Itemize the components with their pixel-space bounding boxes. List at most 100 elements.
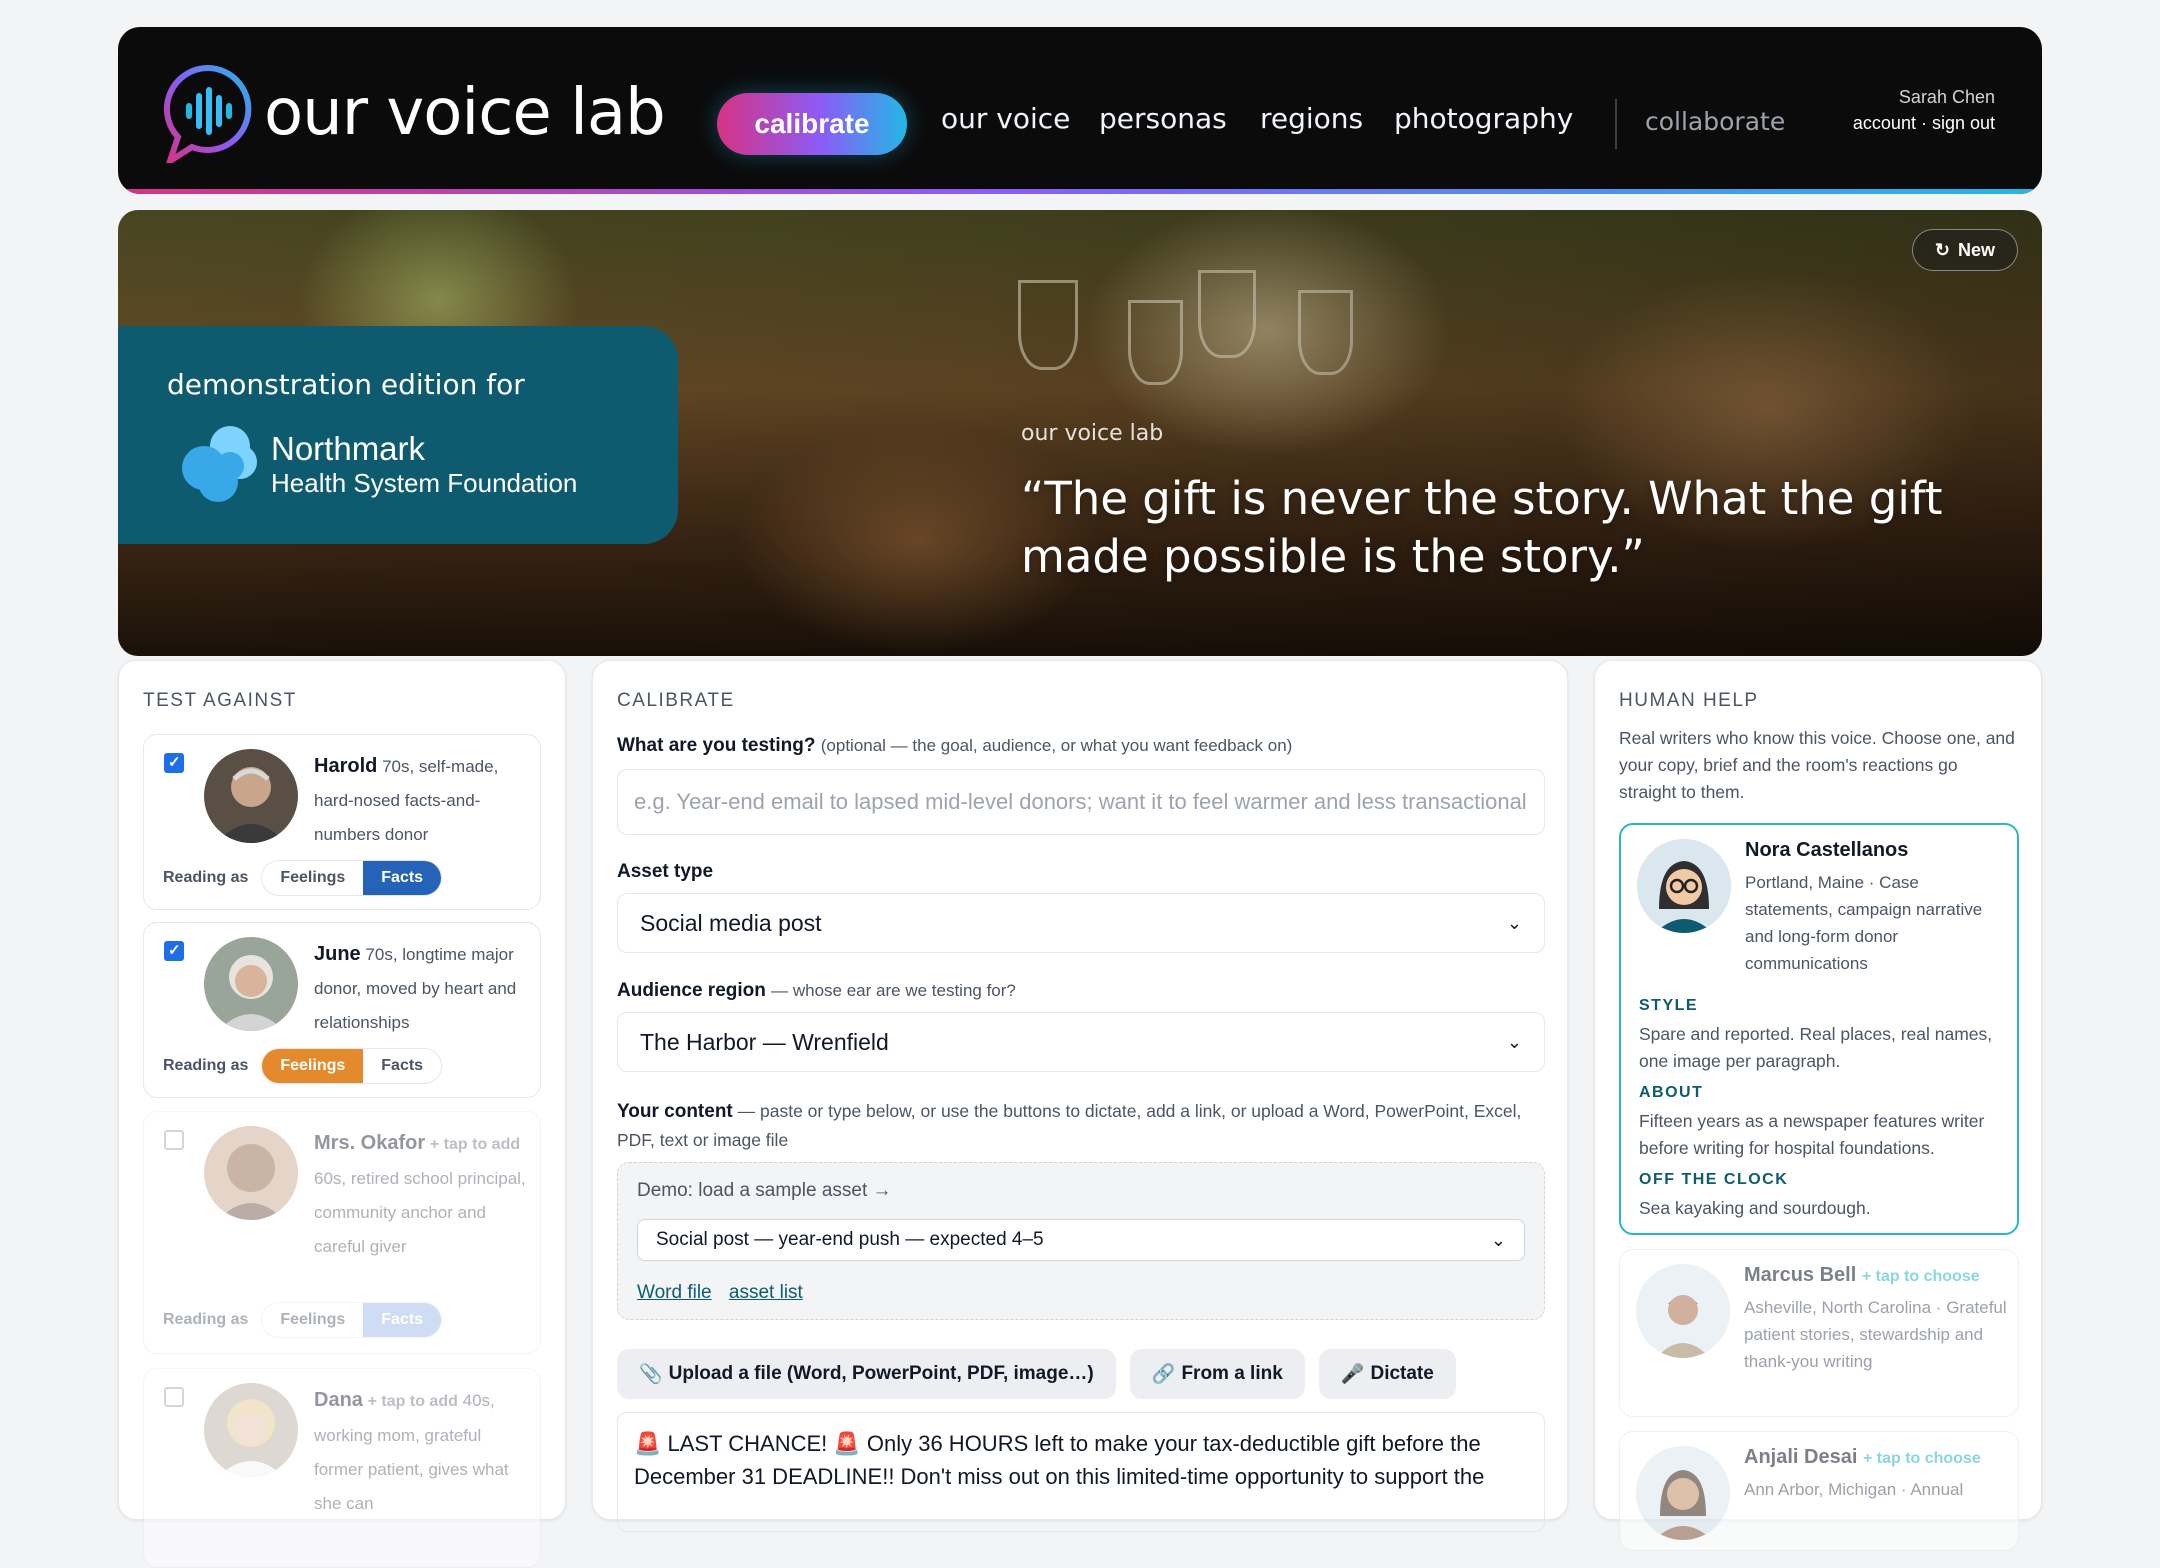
paperclip-icon: 📎 bbox=[639, 1364, 663, 1385]
facts-option[interactable]: Facts bbox=[363, 1303, 442, 1337]
reading-mode-toggle: Feelings Facts bbox=[261, 860, 443, 896]
calibrate-panel: CALIBRATE What are you testing? (optiona… bbox=[592, 660, 1568, 1532]
content-actions: 📎 Upload a file (Word, PowerPoint, PDF, … bbox=[617, 1349, 1456, 1399]
panel-title: CALIBRATE bbox=[617, 690, 735, 711]
asset-type-value: Social media post bbox=[640, 909, 822, 936]
nav-regions[interactable]: regions bbox=[1260, 105, 1363, 133]
reader-description: Harold 70s, self-made, hard-nosed facts-… bbox=[314, 749, 534, 852]
upload-file-button[interactable]: 📎 Upload a file (Word, PowerPoint, PDF, … bbox=[617, 1349, 1116, 1399]
demo-sample-box: Demo: load a sample asset → Social post … bbox=[617, 1162, 1545, 1320]
content-textarea[interactable]: 🚨 LAST CHANCE! 🚨 Only 36 HOURS left to m… bbox=[617, 1412, 1545, 1532]
logo-chat-waveform-icon bbox=[162, 63, 254, 169]
reader-card-harold[interactable]: Harold 70s, self-made, hard-nosed facts-… bbox=[143, 734, 541, 910]
brand-name: our voice lab bbox=[264, 76, 666, 150]
refresh-icon: ↻ bbox=[1934, 239, 1950, 260]
content-hint: — paste or type below, or use the button… bbox=[617, 1101, 1522, 1150]
style-heading: STYLE bbox=[1639, 997, 1699, 1014]
tap-to-choose-label[interactable]: + tap to choose bbox=[1863, 1450, 1981, 1467]
region-value: The Harbor — Wrenfield bbox=[640, 1028, 889, 1055]
reading-as-label: Reading as bbox=[163, 1311, 249, 1328]
avatar bbox=[204, 749, 298, 843]
testing-hint: (optional — the goal, audience, or what … bbox=[820, 736, 1293, 755]
nav-calibrate-button[interactable]: calibrate bbox=[717, 93, 907, 155]
reader-checkbox[interactable] bbox=[164, 1387, 184, 1407]
demo-sample-select[interactable]: Social post — year-end push — expected 4… bbox=[637, 1219, 1525, 1261]
microphone-icon: 🎤 bbox=[1340, 1364, 1365, 1385]
feelings-option[interactable]: Feelings bbox=[262, 1049, 364, 1083]
tap-to-choose-label[interactable]: + tap to choose bbox=[1862, 1268, 1980, 1285]
testing-goal-input[interactable]: e.g. Year-end email to lapsed mid-level … bbox=[617, 769, 1545, 835]
brand-logo[interactable]: our voice lab bbox=[162, 63, 666, 169]
nav-photography[interactable]: photography bbox=[1394, 105, 1573, 133]
reader-name: Harold bbox=[314, 755, 378, 777]
human-help-intro: Real writers who know this voice. Choose… bbox=[1619, 728, 2015, 802]
reader-checkbox[interactable] bbox=[164, 1130, 184, 1150]
nav-personas[interactable]: personas bbox=[1099, 105, 1227, 133]
facts-option[interactable]: Facts bbox=[363, 1049, 441, 1083]
writer-meta: Portland, Maine · Case statements, campa… bbox=[1745, 873, 1983, 973]
reading-as-label: Reading as bbox=[163, 1057, 249, 1074]
feelings-option[interactable]: Feelings bbox=[262, 1303, 363, 1337]
nav-divider bbox=[1615, 99, 1617, 149]
hero-banner: ↻ New demonstration edition for Northmar… bbox=[118, 210, 2042, 656]
org-logo-icon bbox=[178, 422, 264, 508]
reader-card-june[interactable]: June 70s, longtime major donor, moved by… bbox=[143, 922, 541, 1098]
nav-collaborate[interactable]: collaborate bbox=[1645, 109, 1785, 134]
writer-card-nora[interactable]: Nora Castellanos Portland, Maine · Case … bbox=[1619, 823, 2019, 1235]
reading-mode-toggle: Feelings Facts bbox=[261, 1048, 443, 1084]
avatar bbox=[1636, 1264, 1730, 1358]
hero-quote: “The gift is never the story. What the g… bbox=[1021, 472, 1943, 583]
writer-card-anjali[interactable]: Anjali Desai + tap to choose Ann Arbor, … bbox=[1619, 1431, 2019, 1551]
reading-as-label: Reading as bbox=[163, 869, 249, 886]
writer-name: Nora Castellanos bbox=[1745, 839, 1909, 861]
off-the-clock-heading: OFF THE CLOCK bbox=[1639, 1171, 1789, 1188]
dictate-label: Dictate bbox=[1370, 1363, 1434, 1384]
writer-meta: Ann Arbor, Michigan · Annual bbox=[1744, 1480, 1964, 1499]
new-photo-button[interactable]: ↻ New bbox=[1911, 229, 2018, 271]
avatar bbox=[1636, 1446, 1730, 1540]
dictate-button[interactable]: 🎤 Dictate bbox=[1318, 1349, 1456, 1399]
writer-card-marcus[interactable]: Marcus Bell + tap to choose Asheville, N… bbox=[1619, 1249, 2019, 1417]
testing-label-text: What are you testing? bbox=[617, 735, 816, 756]
reader-name: Mrs. Okafor bbox=[314, 1132, 426, 1154]
word-file-link[interactable]: Word file bbox=[637, 1282, 712, 1303]
avatar bbox=[204, 1126, 298, 1220]
chevron-down-icon: ⌄ bbox=[1506, 1031, 1522, 1052]
asset-list-link[interactable]: asset list bbox=[729, 1282, 803, 1303]
region-label-text: Audience region bbox=[617, 980, 766, 1001]
tap-to-add-label[interactable]: + tap to add bbox=[430, 1136, 520, 1153]
writer-name: Marcus Bell + tap to choose bbox=[1744, 1264, 1980, 1287]
asset-type-select[interactable]: Social media post ⌄ bbox=[617, 893, 1545, 953]
chevron-down-icon: ⌄ bbox=[1490, 1229, 1506, 1250]
nav-our-voice[interactable]: our voice bbox=[941, 105, 1070, 133]
reader-description: June 70s, longtime major donor, moved by… bbox=[314, 937, 534, 1040]
demo-edition-label: demonstration edition for bbox=[167, 368, 525, 401]
reading-mode-toggle: Feelings Facts bbox=[261, 1302, 443, 1338]
chevron-down-icon: ⌄ bbox=[1506, 912, 1522, 933]
reader-checkbox[interactable] bbox=[164, 941, 184, 961]
user-name: Sarah Chen bbox=[1898, 87, 1995, 107]
link-icon: 🔗 bbox=[1151, 1364, 1176, 1385]
upload-file-label: Upload a file (Word, PowerPoint, PDF, im… bbox=[668, 1363, 1094, 1384]
reader-card-dana[interactable]: Dana + tap to add 40s, working mom, grat… bbox=[143, 1368, 541, 1568]
facts-option[interactable]: Facts bbox=[363, 861, 442, 895]
org-subtitle: Health System Foundation bbox=[271, 468, 578, 498]
demo-sample-label[interactable]: Demo: load a sample asset → bbox=[637, 1180, 892, 1202]
new-button-label: New bbox=[1957, 239, 1995, 260]
audience-region-select[interactable]: The Harbor — Wrenfield ⌄ bbox=[617, 1012, 1545, 1072]
reader-checkbox[interactable] bbox=[164, 753, 184, 773]
audience-region-label: Audience region — whose ear are we testi… bbox=[617, 980, 1016, 1002]
account-links[interactable]: account · sign out bbox=[1853, 113, 1995, 134]
reader-card-okafor[interactable]: Mrs. Okafor + tap to add 60s, retired sc… bbox=[143, 1111, 541, 1354]
reader-name: June bbox=[314, 943, 361, 965]
testing-label: What are you testing? (optional — the go… bbox=[617, 735, 1292, 757]
avatar bbox=[204, 937, 298, 1031]
feelings-option[interactable]: Feelings bbox=[262, 861, 363, 895]
demo-links: Word file asset list bbox=[637, 1282, 815, 1304]
from-link-button[interactable]: 🔗 From a link bbox=[1129, 1349, 1305, 1399]
reader-detail: 60s, retired school principal, community… bbox=[314, 1169, 526, 1256]
tap-to-add-label[interactable]: + tap to add bbox=[368, 1393, 458, 1410]
reader-name: Dana bbox=[314, 1389, 363, 1411]
writer-meta: Asheville, North Carolina · Grateful pat… bbox=[1744, 1298, 2007, 1371]
off-the-clock-text: Sea kayaking and sourdough. bbox=[1639, 1198, 1871, 1218]
